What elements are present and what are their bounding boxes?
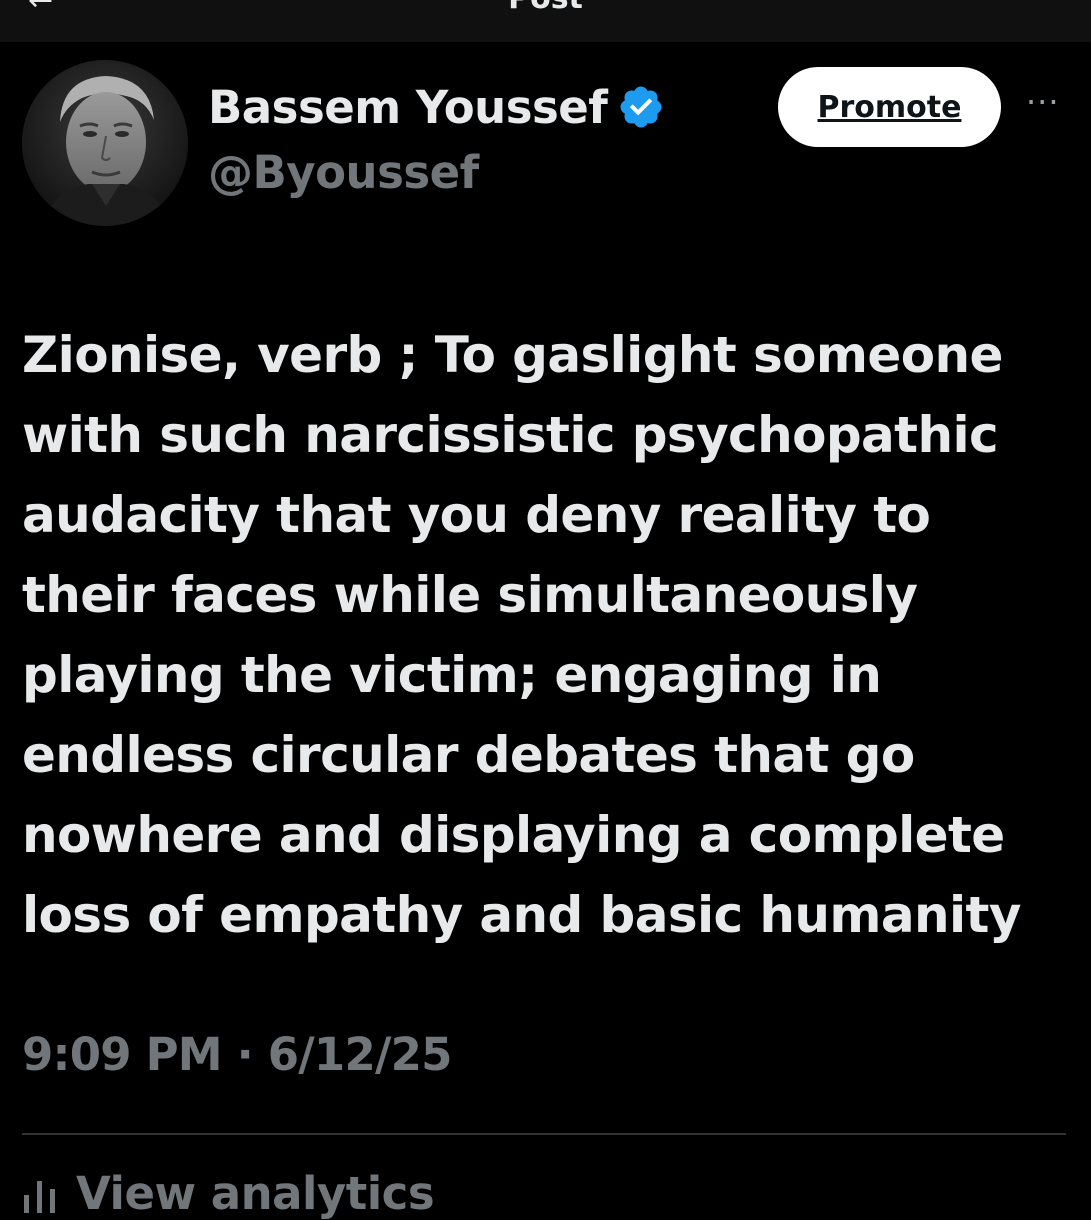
top-navigation-bar: ← Post <box>0 0 1091 42</box>
post-timestamp[interactable]: 9:09 PM · 6/12/25 <box>22 1028 452 1081</box>
avatar[interactable] <box>22 60 188 226</box>
view-analytics-label[interactable]: View analytics <box>76 1167 435 1220</box>
profile-photo <box>22 60 188 226</box>
more-horizontal-icon[interactable]: ··· <box>1026 86 1060 118</box>
verified-badge-icon <box>620 86 662 128</box>
view-analytics-link[interactable]: View analytics <box>22 1167 435 1220</box>
bar-chart-icon <box>24 1181 55 1213</box>
author-display-name[interactable]: Bassem Youssef <box>208 81 608 134</box>
author-name-row[interactable]: Bassem Youssef <box>208 76 665 138</box>
divider <box>22 1133 1066 1135</box>
author-handle[interactable]: @Byoussef <box>208 146 479 199</box>
promote-button[interactable]: Promote <box>778 67 1001 147</box>
page-title: Post <box>0 0 1091 14</box>
post-text: Zionise, verb ; To gaslight someone with… <box>22 326 1021 944</box>
